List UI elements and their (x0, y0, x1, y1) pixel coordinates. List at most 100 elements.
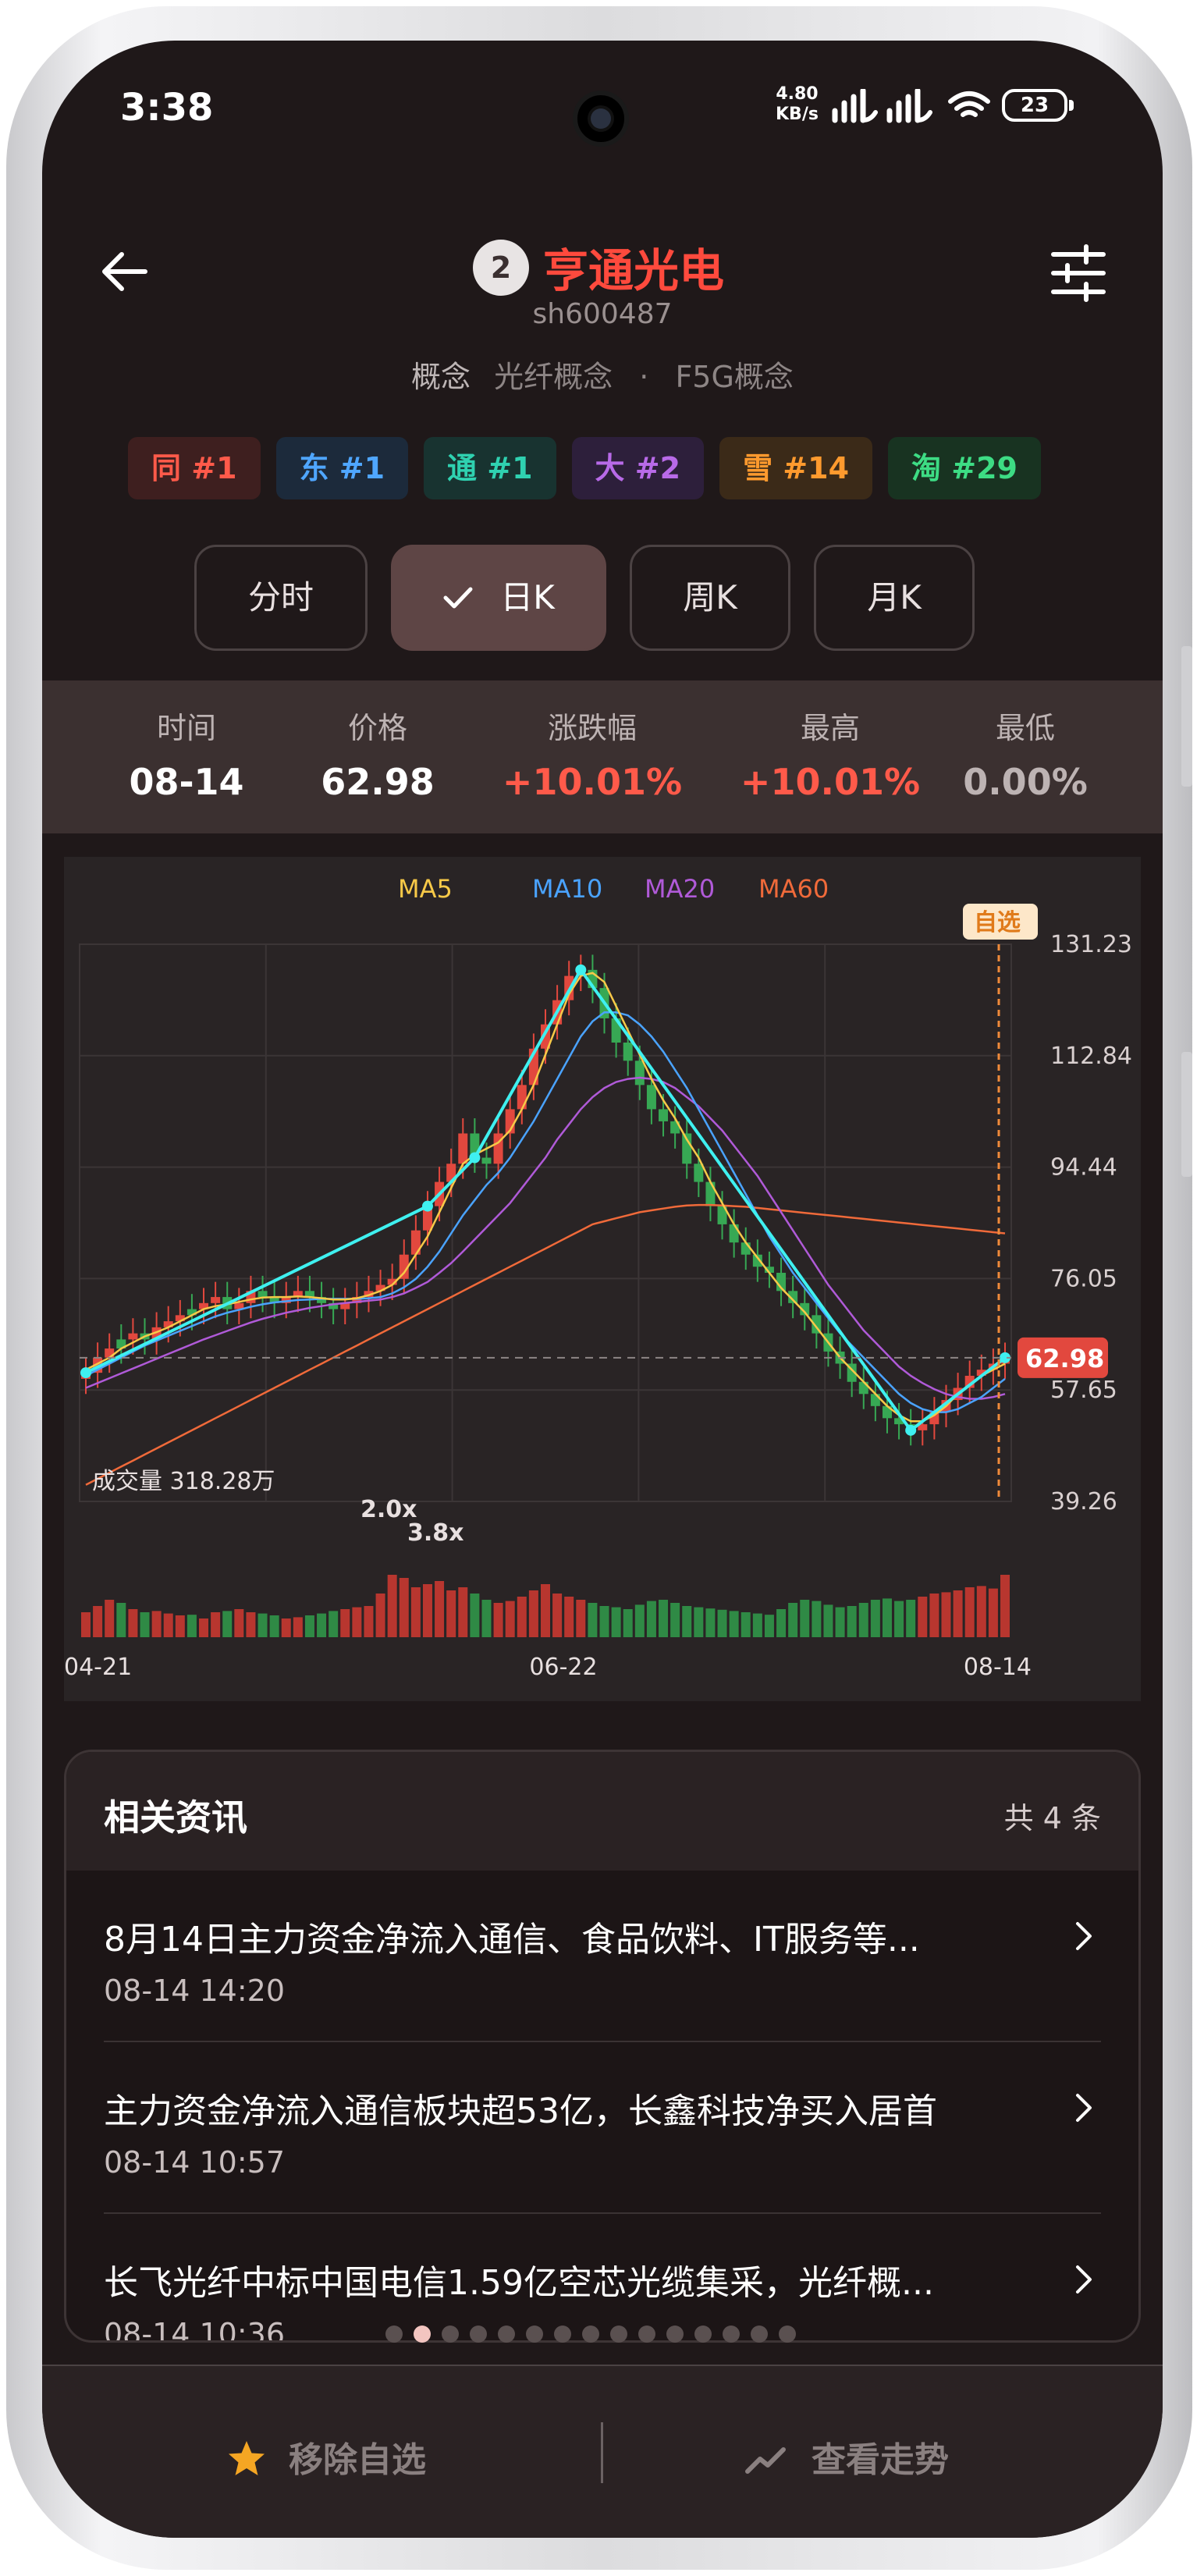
news-title: 相关资讯 (104, 1796, 247, 1839)
volume-bar (116, 1603, 126, 1637)
page-dot[interactable] (694, 2326, 712, 2343)
check-icon (443, 587, 473, 609)
volume-bar (493, 1603, 503, 1637)
volume-bar (812, 1601, 822, 1637)
rank-tag[interactable]: 东 #1 (275, 437, 409, 499)
volume-label: 成交量 318.28万 (92, 1468, 275, 1495)
candle (257, 1291, 268, 1298)
volume-bar (317, 1613, 327, 1637)
concept-label: 概念 (411, 360, 471, 394)
signal-icon (886, 89, 932, 123)
candle (634, 1061, 645, 1085)
page-dot[interactable] (779, 2326, 796, 2343)
x-tick-label: 04-21 (64, 1654, 132, 1681)
current-price-label: 62.98 (1025, 1344, 1104, 1373)
page-dot[interactable] (470, 2326, 487, 2343)
quote-info: 时间 08-14 价格 62.98 涨跌幅 +10.01% 最高 +10.01%… (42, 680, 1163, 833)
volume-bar (670, 1603, 680, 1637)
page-dot[interactable] (442, 2326, 459, 2343)
volume-bar (870, 1600, 880, 1637)
period-tab-label: 周K (683, 578, 737, 616)
volume-bar (435, 1581, 445, 1637)
y-tick-label: 112.84 (1050, 1043, 1132, 1070)
page-dot[interactable] (526, 2326, 543, 2343)
volume-bar (186, 1615, 197, 1637)
volume-bar (599, 1606, 609, 1637)
news-count: 共 4 条 (1003, 1801, 1101, 1835)
news-item[interactable]: 主力资金净流入通信板块超53亿，长鑫科技净买入居首 08-14 10:57 (104, 2042, 1101, 2214)
volume-bar (175, 1615, 185, 1637)
kline-chart[interactable]: MA5 MA10 MA20 MA60 131.23 112.84 94.44 76.05 57.… (64, 857, 1141, 1701)
news-item[interactable]: 长飞光纤中标中国电信1.59亿空芯光缆集采，光纤概... 08-14 10:36 (104, 2214, 1101, 2340)
volume-bar (953, 1590, 963, 1637)
news-item[interactable]: 8月14日主力资金净流入通信、食品饮料、IT服务等... 08-14 14:20 (104, 1871, 1101, 2042)
page-dot[interactable] (751, 2326, 768, 2343)
volume-bar (375, 1594, 385, 1637)
legend-item: MA5 (398, 874, 453, 904)
stock-name: 亨通光电 (543, 244, 725, 297)
volume-bar (694, 1607, 704, 1637)
candle (211, 1297, 221, 1303)
rank-tag[interactable]: 同 #1 (128, 437, 261, 499)
page-dot[interactable] (666, 2326, 684, 2343)
period-tab[interactable]: 周K (630, 545, 790, 651)
adjust-icon[interactable] (1049, 243, 1108, 303)
kline-svg[interactable]: MA5 MA10 MA20 MA60 131.23 112.84 94.44 76.05 57.… (64, 857, 1141, 1701)
remove-watchlist-button[interactable]: 移除自选 (226, 2432, 426, 2482)
page-indicator[interactable] (385, 2326, 796, 2343)
period-tab[interactable]: 月K (814, 545, 975, 651)
volume-bar (576, 1600, 586, 1637)
rank-tag[interactable]: 淘 #29 (888, 437, 1041, 499)
ma60-line (85, 1203, 1006, 1486)
volume-bar (541, 1584, 550, 1637)
volume-bar (364, 1606, 374, 1637)
volume-bar (105, 1600, 115, 1637)
volume-bar (410, 1587, 421, 1637)
page-dot[interactable] (414, 2326, 431, 2343)
page-dot[interactable] (498, 2326, 515, 2343)
network-speed-unit: KB/s (776, 105, 819, 124)
period-tab[interactable]: 日K (391, 545, 606, 651)
rank-tag[interactable]: 通 #1 (424, 437, 556, 499)
volume-bar (329, 1611, 339, 1637)
info-high: 最高 +10.01% (733, 704, 928, 803)
status-bar: 3:38 4.80 KB/s 23 (42, 41, 1163, 150)
concept-item[interactable]: F5G概念 (675, 360, 793, 394)
volume-bar (517, 1597, 527, 1637)
volume-bar (128, 1609, 138, 1637)
page-dot[interactable] (554, 2326, 571, 2343)
signal-icon (832, 89, 878, 123)
period-tab[interactable]: 分时 (194, 545, 368, 651)
candle (458, 1133, 468, 1164)
volume-bar (458, 1587, 468, 1637)
low-value: 0.00% (963, 761, 1088, 803)
volume-bar (246, 1612, 256, 1637)
volume-bar (257, 1613, 268, 1637)
ma10-line (85, 1011, 1006, 1413)
back-arrow-icon[interactable] (97, 243, 153, 300)
volume-bar (211, 1612, 221, 1637)
volume-bar (988, 1588, 998, 1637)
info-time: 时间 08-14 (120, 704, 253, 803)
page-dot[interactable] (610, 2326, 627, 2343)
volume-bar (858, 1603, 868, 1637)
rank-badge: 2 (473, 240, 529, 296)
volume-bar (81, 1612, 91, 1637)
volume-bar (399, 1578, 409, 1637)
volume-bar (682, 1606, 692, 1637)
concept-item[interactable]: 光纤概念 (494, 360, 613, 394)
volume-bar (340, 1609, 350, 1637)
legend-item: MA20 (645, 874, 715, 904)
page-dot[interactable] (385, 2326, 403, 2343)
page-dot[interactable] (638, 2326, 655, 2343)
page-dot[interactable] (582, 2326, 599, 2343)
view-trend-button[interactable]: 查看走势 (744, 2432, 949, 2482)
rank-tag[interactable]: 大 #2 (571, 437, 705, 499)
volume-bar (281, 1618, 291, 1637)
remove-label: 移除自选 (289, 2440, 426, 2480)
page-dot[interactable] (723, 2326, 740, 2343)
y-tick-label: 94.44 (1050, 1154, 1117, 1181)
rank-tag[interactable]: 雪 #14 (719, 437, 873, 499)
news-item-date: 08-14 10:57 (104, 2145, 286, 2180)
news-item-date: 08-14 14:20 (104, 1974, 286, 2008)
